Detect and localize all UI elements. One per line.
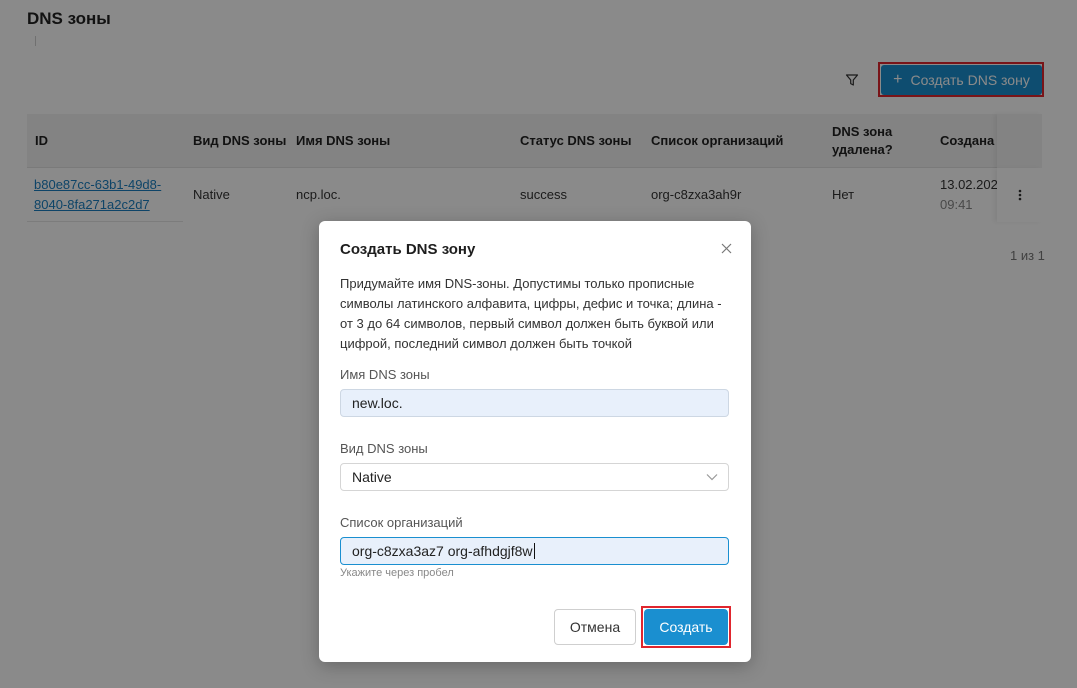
cancel-button[interactable]: Отмена — [554, 609, 636, 645]
create-button[interactable]: Создать — [644, 609, 728, 645]
close-icon — [721, 243, 731, 253]
org-list-label: Список организаций — [340, 515, 463, 530]
org-list-hint: Укажите через пробел — [340, 567, 454, 579]
zone-type-label: Вид DNS зоны — [340, 441, 428, 456]
zone-name-value: new.loc. — [352, 395, 403, 411]
create-dns-zone-dialog: Создать DNS зону Придумайте имя DNS-зоны… — [319, 221, 751, 662]
dialog-title: Создать DNS зону — [340, 241, 476, 258]
text-cursor — [533, 543, 535, 559]
org-list-input[interactable]: org-c8zxa3az7 org-afhdgjf8w — [340, 537, 729, 565]
zone-name-input[interactable]: new.loc. — [340, 389, 729, 417]
org-list-value: org-c8zxa3az7 org-afhdgjf8w — [352, 543, 533, 559]
zone-name-label: Имя DNS зоны — [340, 367, 430, 382]
zone-type-value: Native — [352, 469, 392, 485]
chevron-down-icon — [706, 474, 718, 481]
zone-type-select[interactable]: Native — [340, 463, 729, 491]
close-button[interactable] — [717, 239, 735, 257]
dialog-description: Придумайте имя DNS-зоны. Допустимы тольк… — [340, 276, 722, 351]
